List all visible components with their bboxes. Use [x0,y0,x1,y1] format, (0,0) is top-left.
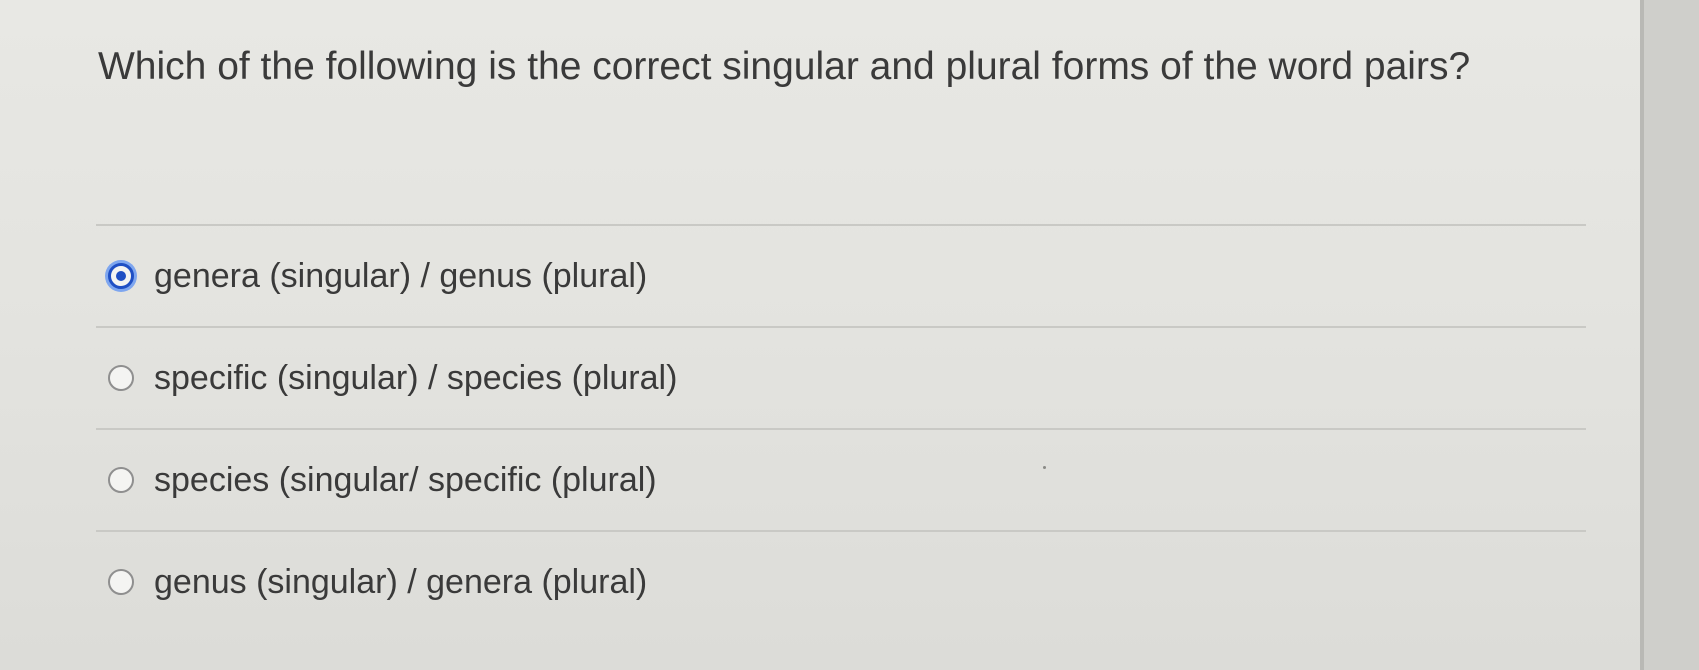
answer-option-3[interactable]: species (singular/ specific (plural) [96,428,1586,530]
answer-option-1[interactable]: genera (singular) / genus (plural) [96,224,1586,326]
radio-unchecked-icon[interactable] [108,365,134,391]
question-text: Which of the following is the correct si… [98,45,1471,88]
radio-unchecked-icon[interactable] [108,467,134,493]
answer-option-4[interactable]: genus (singular) / genera (plural) [96,530,1586,632]
screen-speck [1043,466,1046,469]
radio-unchecked-icon[interactable] [108,569,134,595]
answer-option-2[interactable]: specific (singular) / species (plural) [96,326,1586,428]
answer-option-label: genera (singular) / genus (plural) [154,256,648,295]
answer-option-label: specific (singular) / species (plural) [154,358,678,397]
answer-option-label: species (singular/ specific (plural) [154,460,657,499]
radio-checked-icon[interactable] [108,263,134,289]
monitor-bezel [1644,0,1699,670]
answer-options: genera (singular) / genus (plural) speci… [96,224,1586,632]
answer-option-label: genus (singular) / genera (plural) [154,562,648,601]
quiz-panel: Which of the following is the correct si… [0,0,1644,670]
